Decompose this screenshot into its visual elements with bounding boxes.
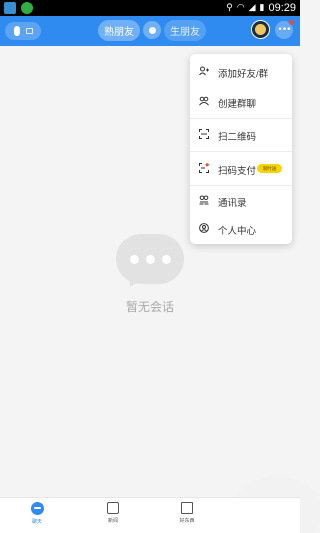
menu-item-contacts[interactable]: 通讯录 [190, 186, 292, 214]
wechat-notification-icon [21, 2, 33, 14]
battery-icon: ▮ [259, 3, 265, 13]
dropdown-menu: 添加好友/群 创建群聊 扫二维码 扫码支付 限时送 通讯录 个人中心 [190, 54, 292, 244]
header-bar: 熟朋友 生朋友 ••• [0, 16, 300, 46]
keyboard-icon [25, 28, 33, 34]
chat-icon [30, 502, 44, 515]
add-user-icon [199, 66, 209, 76]
signal-icon: ◢ [248, 3, 256, 13]
scan-icon [199, 129, 209, 139]
menu-label-add-friend: 添加好友/群 [218, 69, 269, 80]
menu-item-create-group[interactable]: 创建群聊 [190, 86, 292, 116]
menu-label-contacts: 通讯录 [218, 198, 247, 209]
wifi-icon: ◠ [236, 3, 245, 13]
nav-item-shopping[interactable]: 好东西 [170, 502, 204, 524]
tab-stranger-friends[interactable]: 生朋友 [164, 20, 206, 41]
profile-icon [199, 223, 209, 233]
promo-badge: 限时送 [257, 164, 282, 173]
more-icon: ••• [277, 25, 292, 35]
menu-label-create-group: 创建群聊 [218, 99, 257, 110]
bottom-navigation: 聊天 新闻 好东西 [0, 497, 300, 533]
nav-item-chat[interactable]: 聊天 [20, 502, 54, 525]
menu-item-add-friend[interactable]: 添加好友/群 [190, 56, 292, 86]
scan-pay-icon [199, 163, 209, 173]
chat-bubble-icon [116, 230, 184, 291]
center-toggle-button[interactable] [143, 21, 161, 39]
location-icon: ⚲ [226, 3, 233, 13]
app-notification-icon [4, 2, 16, 14]
menu-item-scan-pay[interactable]: 扫码支付 限时送 [190, 152, 292, 184]
moon-icon [255, 24, 266, 35]
voice-input-button[interactable] [5, 22, 41, 40]
contacts-icon [199, 195, 209, 205]
nav-label-news: 新闻 [107, 518, 118, 524]
news-icon [107, 502, 119, 514]
menu-label-scan-pay: 扫码支付 [218, 166, 257, 177]
status-bar: ⚲ ◠ ◢ ▮ 09:29 [0, 0, 300, 16]
menu-label-scan-qr: 扫二维码 [218, 132, 257, 143]
empty-state-text: 暂无会话 [125, 300, 174, 314]
toggle-dot-icon [148, 26, 156, 34]
menu-item-scan-qr[interactable]: 扫二维码 [190, 119, 292, 149]
notification-dot [289, 20, 294, 25]
microphone-icon [13, 26, 20, 36]
more-button[interactable]: ••• [275, 20, 294, 39]
nav-item-news[interactable]: 新闻 [96, 502, 130, 524]
menu-item-profile[interactable]: 个人中心 [190, 214, 292, 242]
tab-familiar-friends[interactable]: 熟朋友 [98, 20, 140, 41]
status-indicators: ⚲ ◠ ◢ ▮ 09:29 [226, 0, 296, 16]
avatar[interactable] [251, 20, 270, 39]
menu-label-profile: 个人中心 [218, 226, 257, 237]
shopping-bag-icon [181, 502, 193, 514]
nav-label-shopping: 好东西 [179, 518, 195, 524]
nav-label-chat: 聊天 [31, 519, 42, 525]
status-time: 09:29 [268, 2, 296, 14]
group-icon [199, 96, 209, 106]
